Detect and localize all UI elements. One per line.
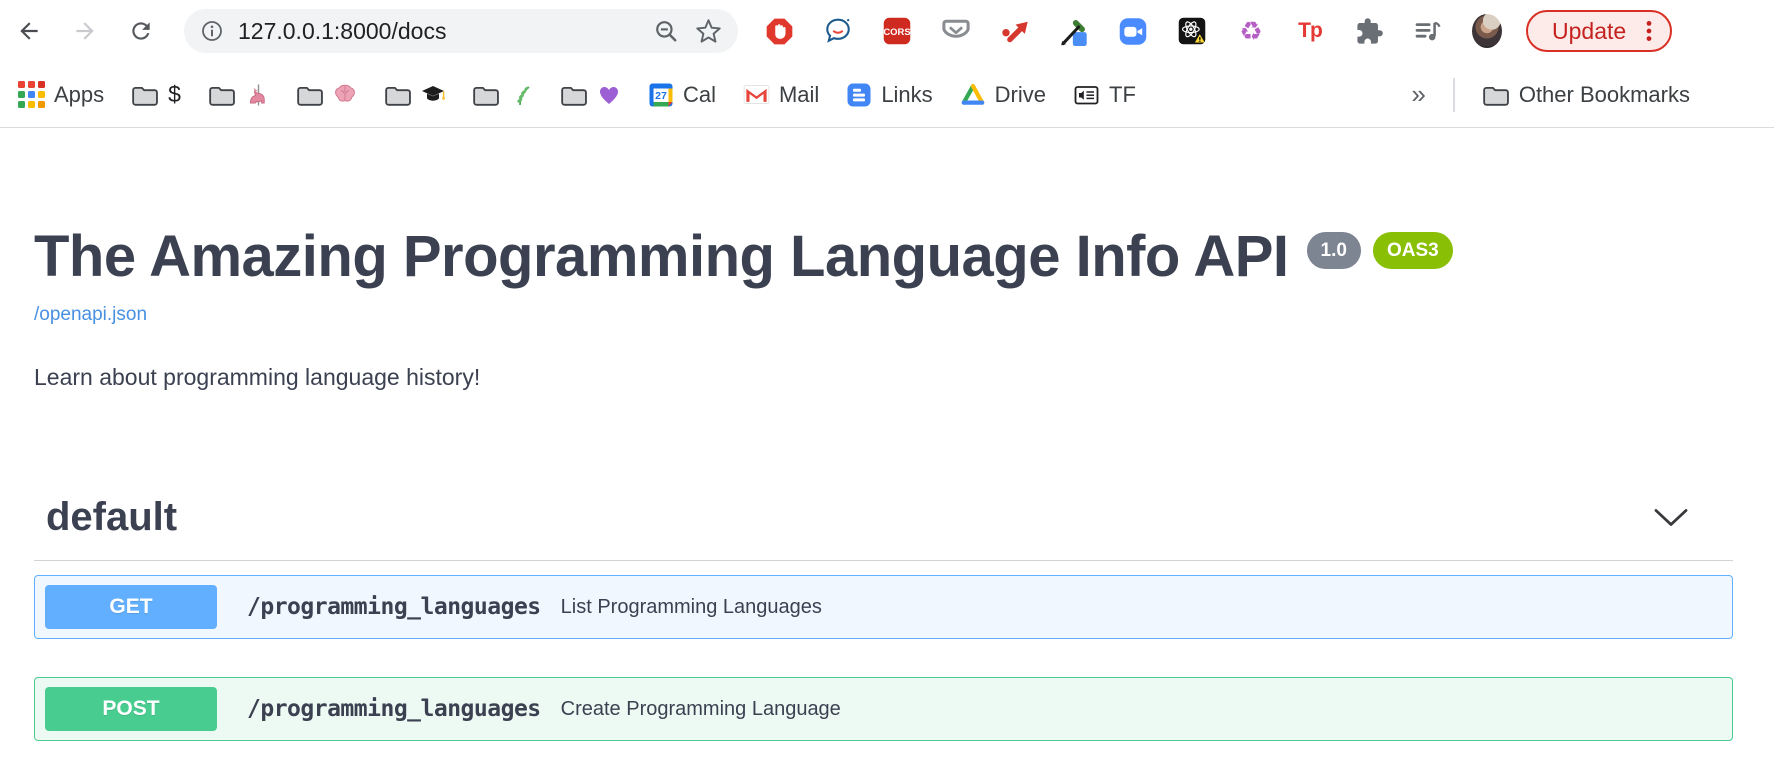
color-eyedropper-icon[interactable]: [1059, 16, 1089, 46]
bookmark-tf[interactable]: TF: [1073, 82, 1136, 108]
tf-label: TF: [1109, 82, 1136, 108]
folder-icon: [472, 83, 500, 107]
zoom-out-icon[interactable]: [653, 18, 679, 44]
cors-badge-icon[interactable]: CORS: [882, 16, 912, 46]
other-bookmarks-label: Other Bookmarks: [1519, 82, 1690, 108]
browser-menu-dots-icon[interactable]: [1636, 18, 1662, 44]
redirect-arrow-icon[interactable]: [1000, 16, 1030, 46]
bookmark-folder-purple-heart[interactable]: [560, 83, 621, 107]
bookmark-calendar[interactable]: 27 Cal: [648, 82, 716, 108]
folder-icon: [560, 83, 588, 107]
adblock-hand-icon[interactable]: [764, 16, 794, 46]
chat-bubble-icon[interactable]: [823, 16, 853, 46]
carousel-horse-icon: [245, 83, 269, 107]
version-badge: 1.0: [1307, 232, 1361, 269]
bookmark-folder-brain[interactable]: [296, 83, 357, 107]
gmail-label: Mail: [779, 82, 819, 108]
back-icon[interactable]: [16, 18, 42, 44]
reload-icon[interactable]: [128, 18, 154, 44]
tag-header[interactable]: default: [34, 495, 1733, 561]
svg-text:27: 27: [655, 90, 667, 102]
address-bar[interactable]: 127.0.0.1:8000/docs: [184, 9, 738, 53]
site-info-icon[interactable]: [200, 19, 224, 43]
http-method-badge: POST: [45, 687, 217, 731]
forward-icon[interactable]: [72, 18, 98, 44]
bookmark-star-icon[interactable]: [695, 18, 722, 45]
bookmarks-bar: Apps $: [0, 62, 1774, 128]
bookmark-folder-carousel-horse[interactable]: [208, 83, 269, 107]
endpoint-row-get[interactable]: GET /programming_languages List Programm…: [34, 575, 1733, 639]
calendar-label: Cal: [683, 82, 716, 108]
api-title-row: The Amazing Programming Language Info AP…: [34, 220, 1733, 294]
profile-avatar[interactable]: [1472, 16, 1502, 46]
brain-icon: [333, 83, 357, 107]
calendar-icon: 27: [648, 82, 674, 108]
links-label: Links: [881, 82, 932, 108]
apps-shortcut[interactable]: Apps: [18, 81, 104, 108]
folder-icon: [384, 83, 412, 107]
pocket-icon[interactable]: [941, 16, 971, 46]
oas3-badge: OAS3: [1373, 232, 1453, 269]
http-method-badge: GET: [45, 585, 217, 629]
folder-icon: [131, 83, 159, 107]
herb-icon: [509, 83, 533, 107]
bookmark-links[interactable]: Links: [846, 82, 932, 108]
endpoint-row-post[interactable]: POST /programming_languages Create Progr…: [34, 677, 1733, 741]
graduation-cap-icon: [421, 83, 445, 107]
url-text[interactable]: 127.0.0.1:8000/docs: [238, 18, 637, 45]
api-badges: 1.0 OAS3: [1307, 232, 1453, 269]
zoom-video-camera-icon[interactable]: [1118, 16, 1148, 46]
svg-text:CORS: CORS: [883, 27, 910, 38]
bookmarks-overflow-chevron[interactable]: »: [1411, 79, 1425, 110]
extension-row: CORS: [764, 16, 1502, 46]
gmail-icon: [743, 84, 770, 105]
drive-icon: [960, 83, 986, 107]
update-button[interactable]: Update: [1526, 10, 1672, 52]
tag-title: default: [46, 495, 177, 540]
other-bookmarks[interactable]: Other Bookmarks: [1482, 82, 1690, 108]
bookmarks-divider: [1453, 78, 1455, 112]
bookmark-folder-herb[interactable]: [472, 83, 533, 107]
api-description: Learn about programming language history…: [34, 364, 1733, 391]
dollar-glyph: $: [168, 81, 181, 108]
bookmark-folder-graduation[interactable]: [384, 83, 445, 107]
tp-letters-icon[interactable]: Tp: [1295, 16, 1325, 46]
purple-heart-icon: [597, 83, 621, 107]
swagger-page: The Amazing Programming Language Info AP…: [0, 220, 1774, 741]
folder-icon: [208, 83, 236, 107]
music-queue-icon[interactable]: [1413, 16, 1443, 46]
endpoint-summary: List Programming Languages: [561, 596, 822, 619]
update-label: Update: [1552, 18, 1626, 45]
extensions-puzzle-icon[interactable]: [1354, 16, 1384, 46]
apps-grid-icon: [18, 81, 45, 108]
tag-section-default: default GET /programming_languages List …: [34, 495, 1733, 741]
openapi-spec-link[interactable]: /openapi.json: [34, 304, 147, 326]
links-list-icon: [846, 82, 872, 108]
collapse-chevron-icon[interactable]: [1653, 508, 1689, 528]
announcement-card-icon: [1073, 83, 1100, 107]
drive-label: Drive: [995, 82, 1046, 108]
browser-toolbar: 127.0.0.1:8000/docs COR: [0, 0, 1774, 62]
bookmark-drive[interactable]: Drive: [960, 82, 1046, 108]
folder-icon: [1482, 83, 1510, 107]
page-title: The Amazing Programming Language Info AP…: [34, 220, 1289, 294]
apps-label: Apps: [54, 82, 104, 108]
bookmark-folder-dollar[interactable]: $: [131, 81, 181, 108]
endpoint-path: /programming_languages: [247, 594, 541, 620]
recycle-purple-icon[interactable]: ♻: [1236, 16, 1266, 46]
bookmark-gmail[interactable]: Mail: [743, 82, 819, 108]
endpoint-summary: Create Programming Language: [561, 698, 841, 721]
endpoint-path: /programming_languages: [247, 696, 541, 722]
react-devtools-icon[interactable]: [1177, 16, 1207, 46]
folder-icon: [296, 83, 324, 107]
